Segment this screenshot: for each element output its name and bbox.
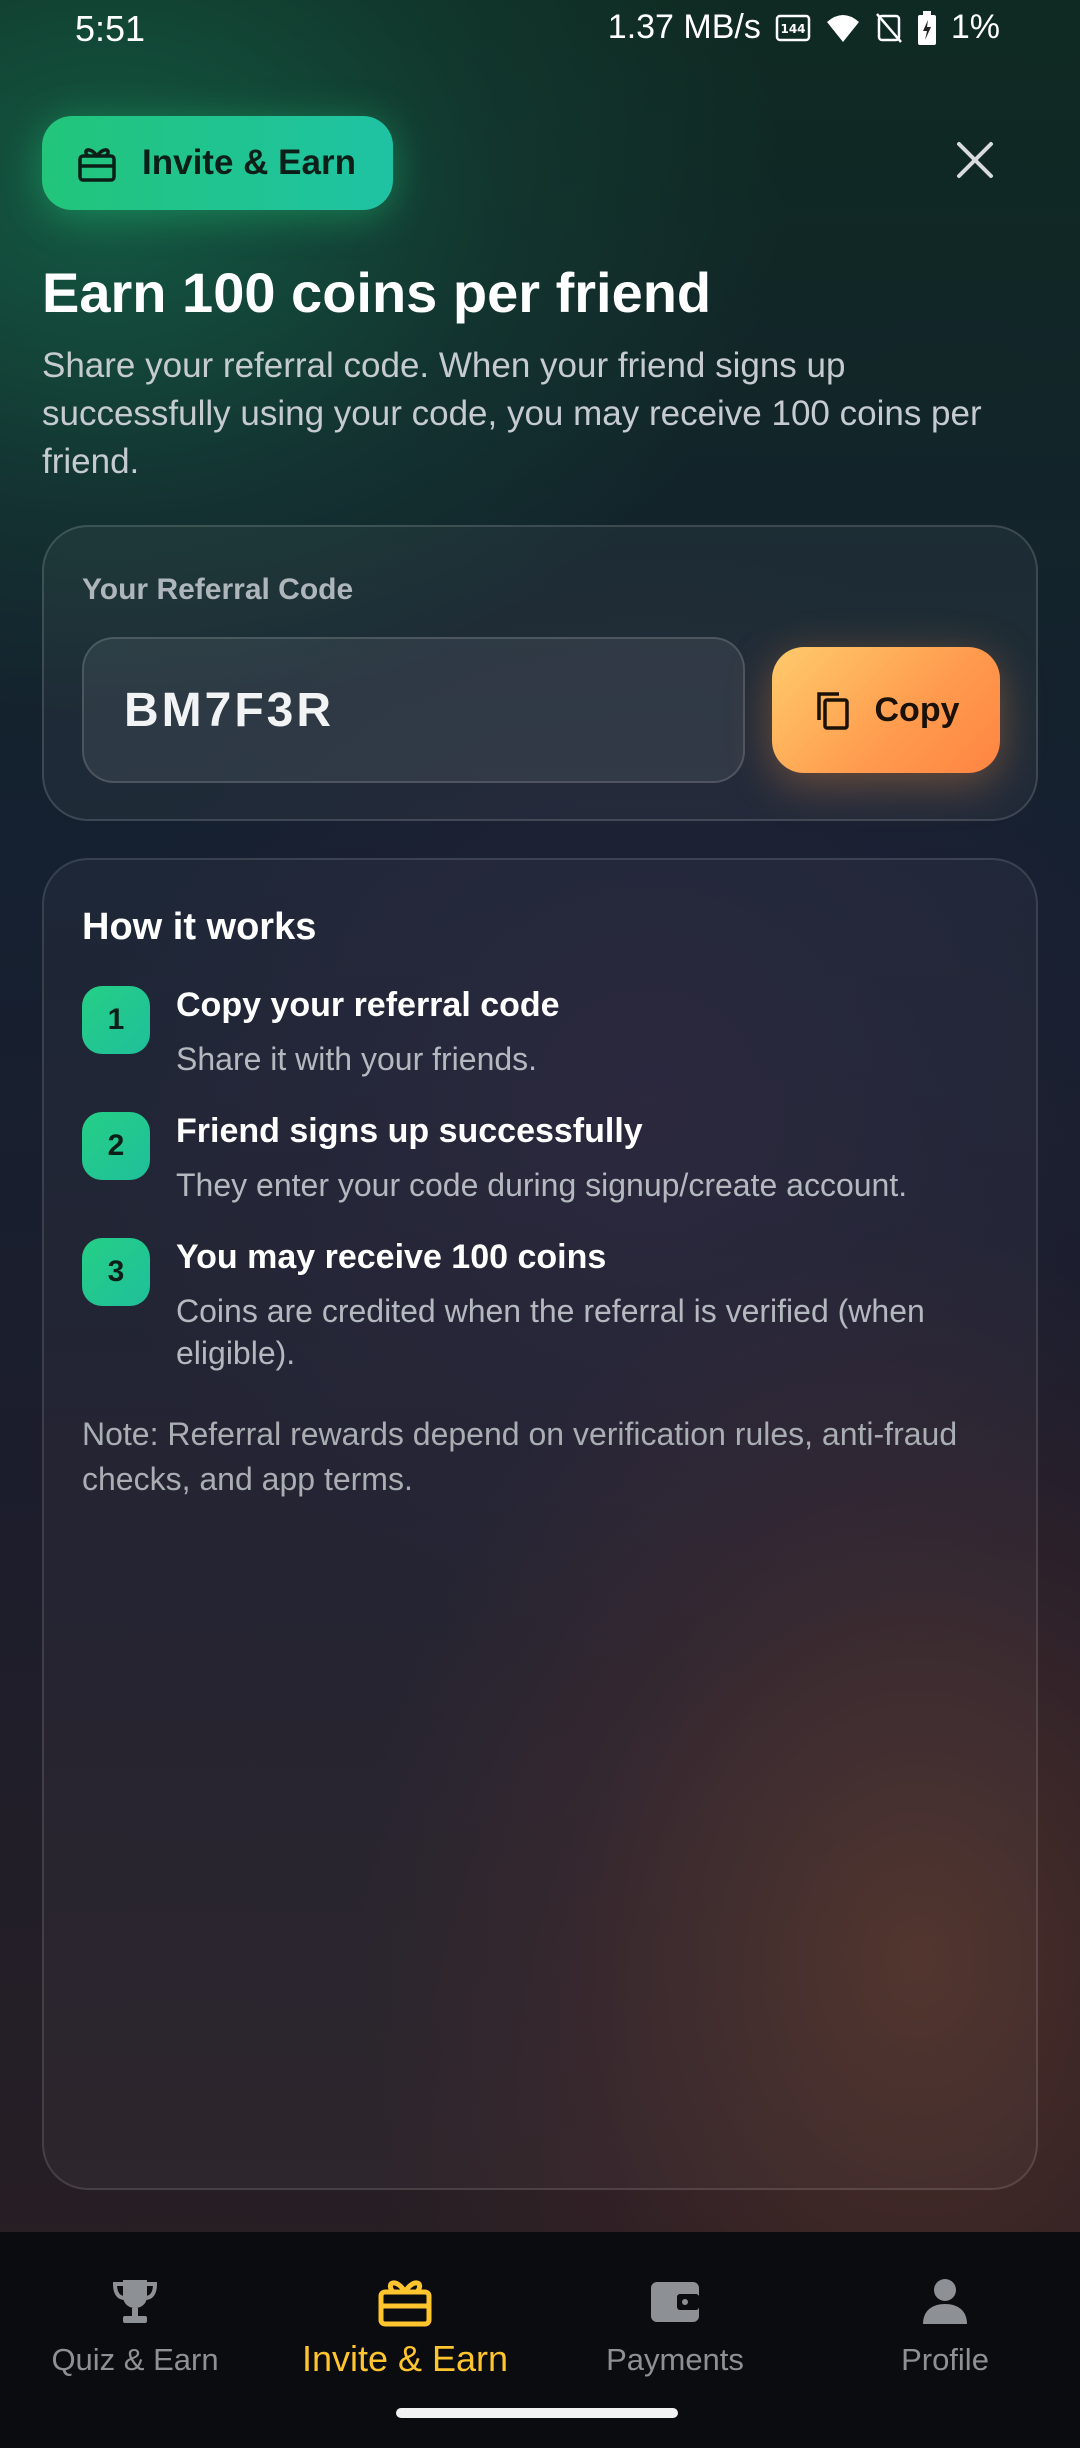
- referral-note: Note: Referral rewards depend on verific…: [82, 1416, 958, 1497]
- step-number-badge: 3: [82, 1238, 150, 1306]
- wallet-icon: [647, 2274, 703, 2330]
- nav-label: Payments: [606, 2342, 744, 2377]
- nav-label: Profile: [901, 2342, 989, 2377]
- status-bar: 5:51 1.37 MB/s 144 1%: [0, 0, 1080, 60]
- step-title: Copy your referral code: [176, 986, 560, 1024]
- how-it-works-title: How it works: [82, 906, 317, 948]
- battery-charging-icon: [917, 10, 937, 45]
- nav-label: Quiz & Earn: [51, 2342, 219, 2377]
- status-right: 1.37 MB/s 144 1%: [608, 8, 1000, 47]
- person-icon: [917, 2274, 973, 2330]
- copy-label: Copy: [874, 690, 960, 729]
- step-description: Share it with your friends.: [176, 1041, 538, 1077]
- copy-button[interactable]: Copy: [772, 647, 1000, 773]
- copy-icon: [813, 690, 853, 730]
- gift-icon: [76, 142, 118, 184]
- network-speed: 1.37 MB/s: [607, 8, 761, 46]
- nav-item-profile[interactable]: Profile: [810, 2254, 1080, 2384]
- home-indicator[interactable]: [396, 2408, 678, 2418]
- page-description: Share your referral code. When your frie…: [42, 346, 982, 481]
- nav-label: Invite & Earn: [301, 2338, 509, 2379]
- step-number-badge: 2: [82, 1112, 150, 1180]
- page-title: Earn 100 coins per friend: [42, 261, 712, 324]
- hd-icon: 144: [775, 13, 811, 43]
- status-time: 5:51: [75, 8, 146, 49]
- how-it-works-card: How it works 1 Copy your referral code S…: [42, 858, 1038, 2190]
- gift-icon: [377, 2274, 433, 2330]
- silent-icon: [875, 12, 903, 44]
- battery-level: 1%: [950, 8, 1000, 46]
- step-title: You may receive 100 coins: [176, 1238, 607, 1276]
- close-icon: [955, 140, 995, 185]
- step-title: Friend signs up successfully: [176, 1112, 643, 1150]
- step-description: They enter your code during signup/creat…: [176, 1167, 908, 1203]
- nav-item-invite-earn[interactable]: Invite & Earn: [270, 2254, 540, 2384]
- svg-text:144: 144: [780, 22, 805, 36]
- nav-item-payments[interactable]: Payments: [540, 2254, 810, 2384]
- step-number-badge: 1: [82, 986, 150, 1054]
- wifi-icon: [825, 12, 861, 44]
- step-description: Coins are credited when the referral is …: [176, 1293, 925, 1371]
- invite-earn-chip: Invite & Earn: [42, 116, 393, 210]
- chip-label: Invite & Earn: [142, 143, 356, 182]
- referral-label: Your Referral Code: [82, 573, 354, 606]
- nav-item-quiz-earn[interactable]: Quiz & Earn: [0, 2254, 270, 2384]
- referral-code: BM7F3R: [124, 683, 335, 737]
- referral-code-box[interactable]: BM7F3R: [82, 637, 745, 783]
- close-button[interactable]: [945, 132, 1005, 192]
- referral-card: Your Referral Code BM7F3R Copy: [42, 525, 1038, 821]
- trophy-icon: [107, 2274, 163, 2330]
